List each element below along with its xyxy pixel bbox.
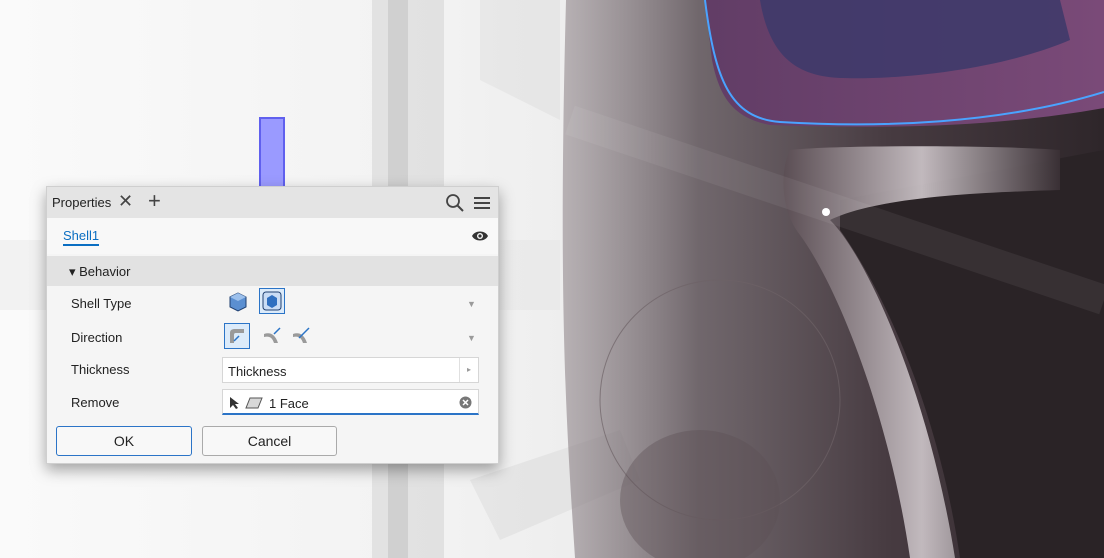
panel-tab-bar: Properties ✕ + (47, 187, 498, 218)
thickness-field[interactable]: Thickness ▸ (222, 357, 479, 383)
shell-inside-icon[interactable] (226, 289, 250, 313)
select-arrow-icon (230, 397, 239, 409)
feature-row: Shell1 (47, 218, 498, 254)
search-icon[interactable] (444, 192, 466, 214)
behavior-section[interactable]: ▾ Behavior (47, 256, 498, 286)
face-icon (245, 397, 263, 409)
remove-value: 1 Face (269, 396, 309, 411)
remove-selection-field[interactable]: 1 Face (222, 389, 479, 415)
direction-inside-icon[interactable] (224, 323, 250, 349)
shell-type-label: Shell Type (71, 296, 132, 311)
ok-button[interactable]: OK (56, 426, 192, 456)
eye-icon[interactable] (471, 229, 489, 243)
shell-type-dropdown[interactable]: ▼ (467, 299, 476, 309)
menu-icon[interactable] (471, 192, 493, 214)
thickness-label: Thickness (71, 362, 130, 377)
thickness-more-button[interactable]: ▸ (459, 358, 478, 382)
direction-outside-icon[interactable] (260, 324, 284, 348)
tab-title[interactable]: Properties (52, 195, 111, 210)
remove-label: Remove (71, 395, 120, 410)
direction-both-icon[interactable] (289, 324, 313, 348)
add-tab-icon[interactable]: + (148, 188, 161, 214)
direction-dropdown[interactable]: ▼ (467, 333, 476, 343)
direction-label: Direction (71, 330, 123, 345)
clear-icon[interactable] (459, 396, 472, 409)
thickness-value[interactable]: Thickness (228, 364, 287, 379)
feature-name[interactable]: Shell1 (63, 228, 100, 246)
properties-panel: Properties ✕ + Shell1 ▾ Behavior Shell T… (46, 186, 499, 464)
cancel-button[interactable]: Cancel (202, 426, 337, 456)
section-label[interactable]: ▾ Behavior (69, 264, 130, 280)
close-icon[interactable]: ✕ (118, 191, 133, 212)
shell-outside-icon[interactable] (259, 288, 285, 314)
